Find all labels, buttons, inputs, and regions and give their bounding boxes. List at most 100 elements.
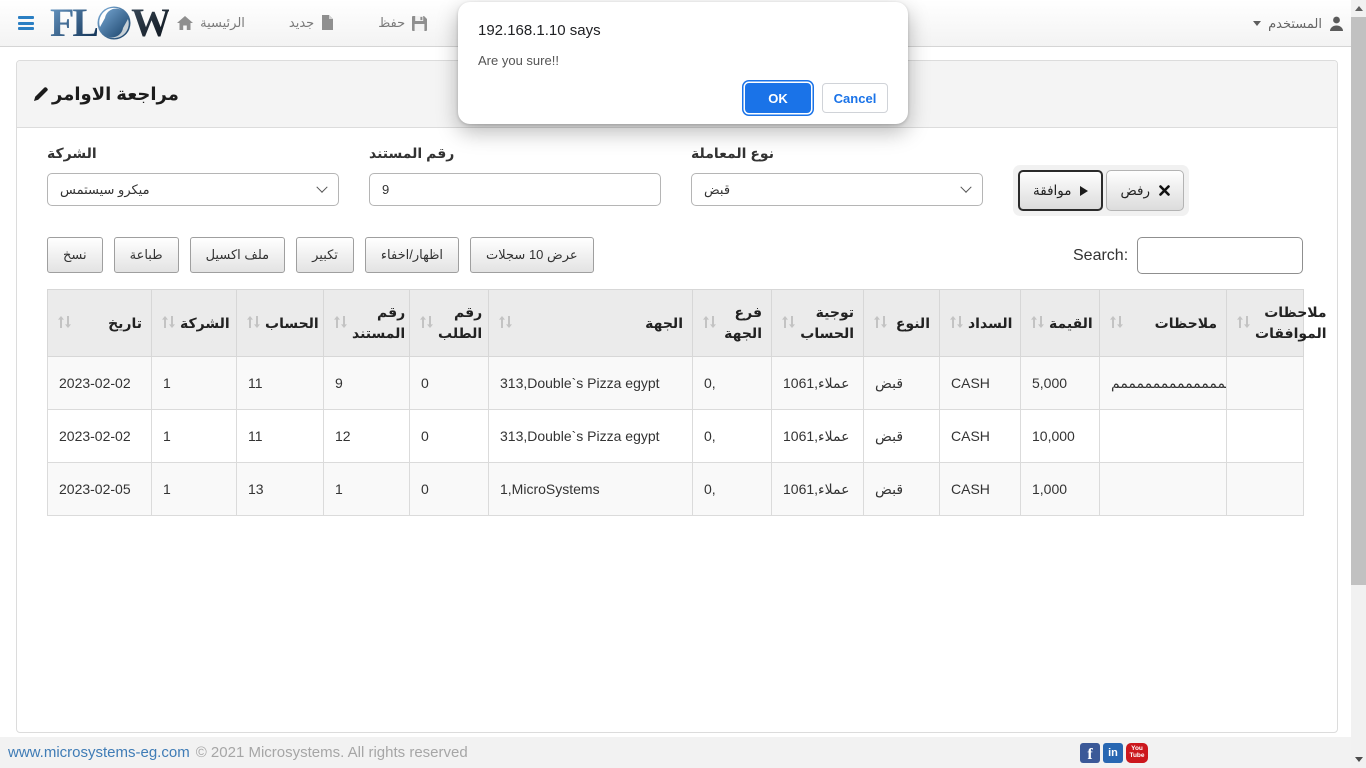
table-cell: 0, xyxy=(693,357,772,410)
user-menu[interactable]: المستخدم xyxy=(1253,0,1344,47)
column-header-9[interactable]: السداد xyxy=(940,290,1021,357)
nav-item-save[interactable]: حفظ xyxy=(378,15,427,31)
column-header-2[interactable]: الحساب xyxy=(237,290,324,357)
column-header-1[interactable]: الشركة xyxy=(152,290,237,357)
transaction-type-select[interactable]: قبض xyxy=(691,173,983,206)
show-10-records-button[interactable]: عرض 10 سجلات xyxy=(470,237,594,273)
copy-button[interactable]: نسخ xyxy=(47,237,103,273)
column-header-label: رقم الطلب xyxy=(438,302,482,344)
company-select-value: ميكرو سيستمس xyxy=(60,182,150,198)
save-icon xyxy=(412,16,427,31)
nav-item-home[interactable]: الرئيسية xyxy=(177,15,245,31)
reject-button[interactable]: رفض xyxy=(1106,170,1184,211)
transaction-type-group: نوع المعاملة قبض xyxy=(691,145,983,206)
column-header-label: السداد xyxy=(968,313,1012,334)
column-header-8[interactable]: النوع xyxy=(864,290,940,357)
scroll-down-arrow-icon[interactable] xyxy=(1355,757,1363,762)
table-cell: 1061,عملاء xyxy=(772,463,864,516)
column-header-11[interactable]: ملاحظات xyxy=(1100,290,1227,357)
home-icon xyxy=(177,16,193,31)
column-header-label: تاريخ xyxy=(76,313,142,334)
sort-icon xyxy=(419,315,434,332)
table-cell: 1 xyxy=(152,463,237,516)
column-header-7[interactable]: توجية الحساب xyxy=(772,290,864,357)
excel-file-button[interactable]: ملف اكسيل xyxy=(190,237,286,273)
sort-icon xyxy=(1236,315,1251,332)
sort-icon xyxy=(1030,315,1045,332)
column-header-5[interactable]: الجهة xyxy=(489,290,693,357)
column-header-10[interactable]: القيمة xyxy=(1021,290,1100,357)
youtube-icon[interactable]: You Tube xyxy=(1126,743,1148,763)
table-cell: 11 xyxy=(237,357,324,410)
x-icon xyxy=(1159,185,1170,196)
table-row[interactable]: 2023-02-02111120313,Double`s Pizza egypt… xyxy=(48,410,1304,463)
column-header-label: ملاحظات الموافقات xyxy=(1255,302,1327,344)
print-button[interactable]: طباعة xyxy=(114,237,179,273)
sort-icon xyxy=(57,315,72,332)
sort-icon xyxy=(702,315,717,332)
scrollbar-thumb[interactable] xyxy=(1351,17,1366,585)
document-number-group: رقم المستند xyxy=(369,145,661,206)
table-cell: 13 xyxy=(237,463,324,516)
table-cell xyxy=(1227,357,1304,410)
website-link[interactable]: www.microsystems-eg.com xyxy=(8,744,190,761)
table-cell: 1 xyxy=(152,357,237,410)
scroll-up-arrow-icon[interactable] xyxy=(1355,6,1363,11)
table-cell: قبض xyxy=(864,357,940,410)
table-cell: 11 xyxy=(237,410,324,463)
table-cell: 2023-02-02 xyxy=(48,410,152,463)
table-cell: 1,000 xyxy=(1021,463,1100,516)
dialog-buttons: OK Cancel xyxy=(478,83,888,113)
vertical-scrollbar[interactable] xyxy=(1351,0,1366,768)
pencil-icon xyxy=(31,84,51,104)
table-header-row: تاريخ الشركةالحساب رقم المستند رقم الطلبالج… xyxy=(48,290,1304,357)
approve-button[interactable]: موافقة xyxy=(1018,170,1103,211)
logo-text-left: FL xyxy=(50,3,97,43)
show-hide-button[interactable]: اظهار/اخفاء xyxy=(365,237,459,273)
table-cell: قبض xyxy=(864,410,940,463)
facebook-icon[interactable]: f xyxy=(1080,743,1100,763)
cancel-button[interactable]: Cancel xyxy=(822,83,888,113)
table-cell: 10,000 xyxy=(1021,410,1100,463)
flow-logo[interactable]: FL W xyxy=(50,3,169,43)
column-header-4[interactable]: رقم الطلب xyxy=(410,290,489,357)
table-cell: مممممممممممممممم xyxy=(1100,357,1227,410)
transaction-type-label: نوع المعاملة xyxy=(691,145,983,162)
column-header-12[interactable]: ملاحظات الموافقات xyxy=(1227,290,1304,357)
column-header-0[interactable]: تاريخ xyxy=(48,290,152,357)
orders-table: تاريخ الشركةالحساب رقم المستند رقم الطلبالج… xyxy=(47,289,1304,516)
table-cell xyxy=(1100,410,1227,463)
play-icon xyxy=(1080,186,1088,196)
column-header-label: توجية الحساب xyxy=(800,302,854,344)
nav-item-new[interactable]: جديد xyxy=(289,15,334,31)
copyright-text: © 2021 Microsystems. All rights reserved xyxy=(196,744,468,761)
enlarge-button[interactable]: تكبير xyxy=(296,237,354,273)
column-header-6[interactable]: فرع الجهة xyxy=(693,290,772,357)
table-row[interactable]: 2023-02-05113101,MicroSystems0,1061,عملا… xyxy=(48,463,1304,516)
page-title: مراجعة الاوامر xyxy=(52,84,179,105)
hamburger-menu-icon[interactable] xyxy=(18,14,34,33)
table-cell: 1061,عملاء xyxy=(772,410,864,463)
table-cell: CASH xyxy=(940,463,1021,516)
table-cell: 1,MicroSystems xyxy=(489,463,693,516)
company-label: الشركة xyxy=(47,145,339,162)
document-number-input[interactable] xyxy=(369,173,661,206)
company-filter-group: الشركة ميكرو سيستمس xyxy=(47,145,339,206)
social-links: f in You Tube xyxy=(1080,743,1148,763)
column-header-label: رقم المستند xyxy=(352,302,405,344)
table-cell: 0, xyxy=(693,410,772,463)
table-row[interactable]: 2023-02-0211190313,Double`s Pizza egypt0… xyxy=(48,357,1304,410)
search-input[interactable] xyxy=(1137,237,1303,274)
logo-swirl-icon xyxy=(96,5,132,41)
transaction-type-value: قبض xyxy=(704,182,730,198)
company-select[interactable]: ميكرو سيستمس xyxy=(47,173,339,206)
table-cell: 313,Double`s Pizza egypt xyxy=(489,357,693,410)
column-header-3[interactable]: رقم المستند xyxy=(324,290,410,357)
table-cell: 5,000 xyxy=(1021,357,1100,410)
linkedin-icon[interactable]: in xyxy=(1103,743,1123,763)
user-icon xyxy=(1329,16,1344,31)
user-menu-label: المستخدم xyxy=(1268,16,1322,32)
table-cell: قبض xyxy=(864,463,940,516)
ok-button[interactable]: OK xyxy=(745,83,811,113)
sort-icon xyxy=(333,315,348,332)
